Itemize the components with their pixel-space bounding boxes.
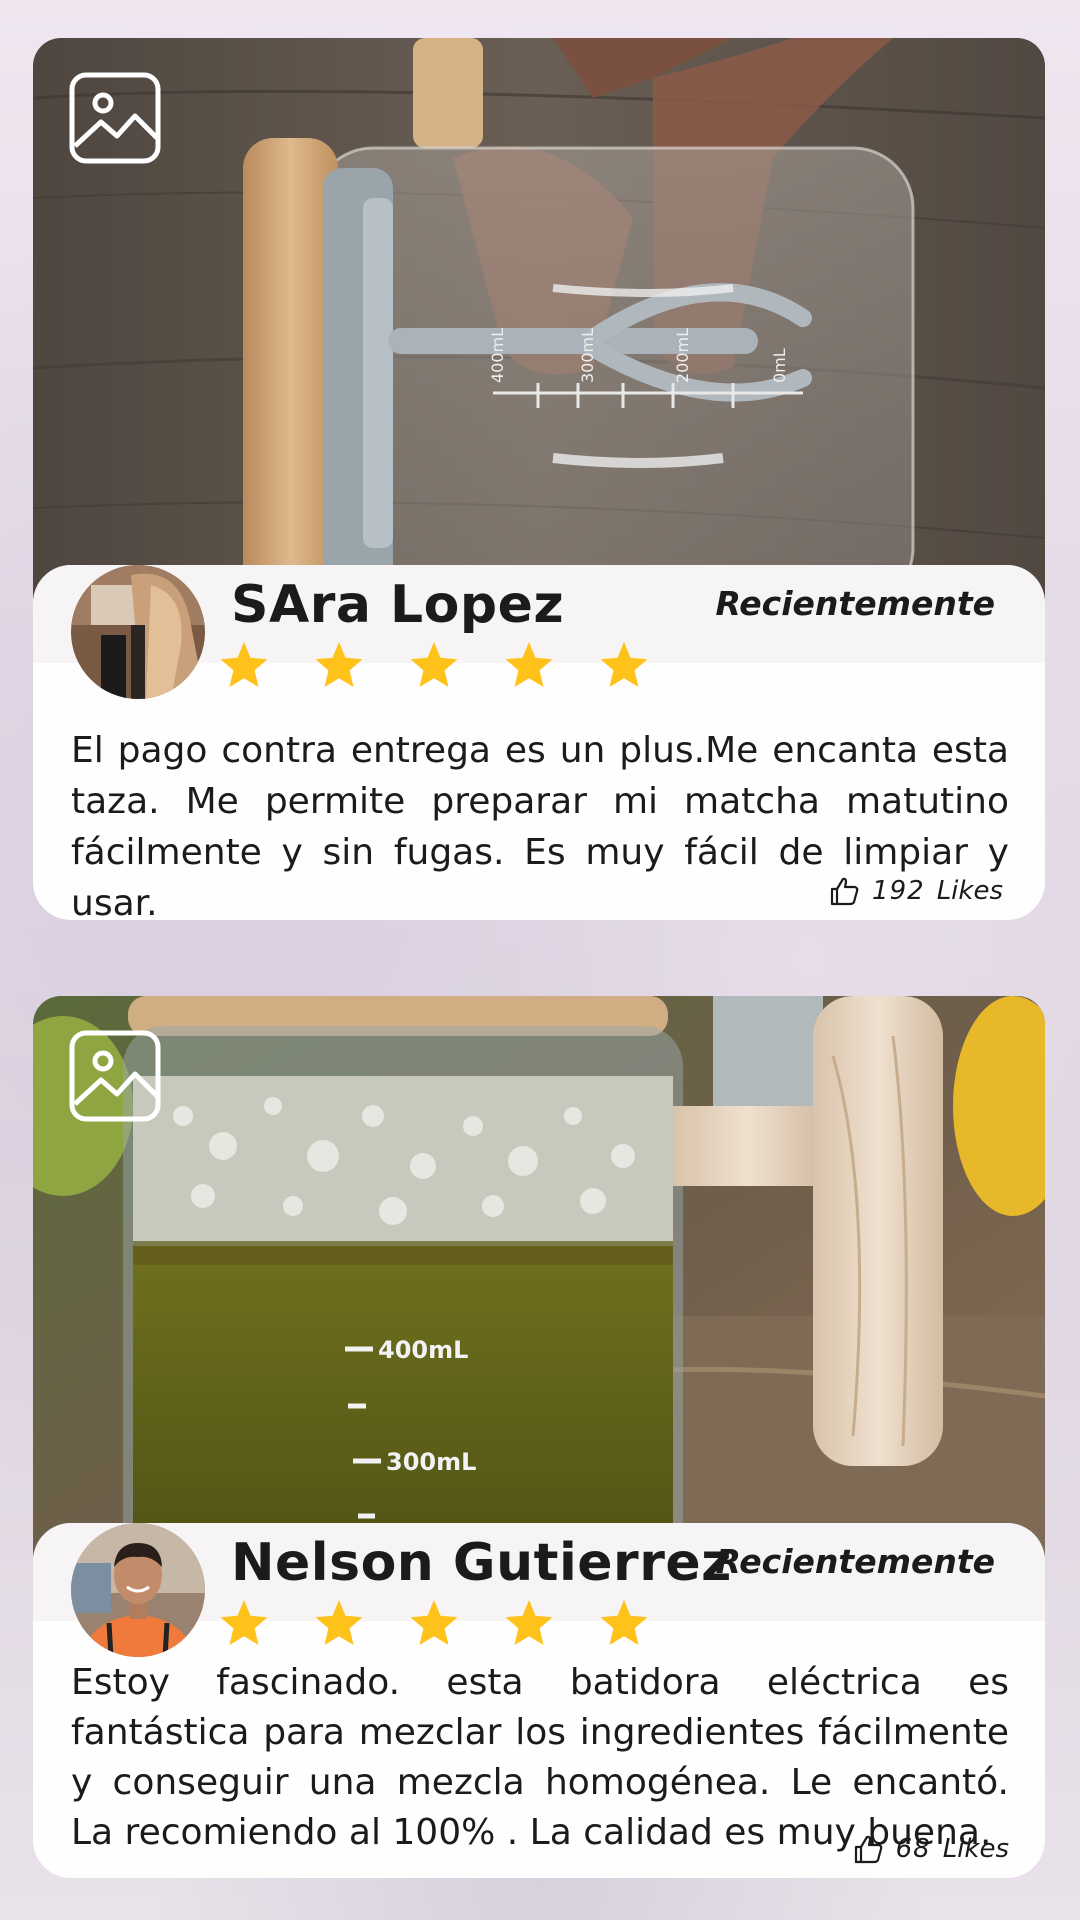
thumbs-up-icon [854,1835,882,1864]
star-icon [220,642,268,687]
photo-volume-label: 400mL [488,328,507,383]
photo-volume-label: 400mL [378,1336,468,1364]
avatar [71,1523,205,1657]
thumbs-up-icon [830,877,859,906]
likes-count: 192 [872,876,925,906]
review-card: 400mL 300mL 200mL 0mL SAra Lopez Recient… [33,38,1045,920]
star-icon [410,1600,458,1645]
review-content: SAra Lopez Recientemente El pago contra … [33,565,1045,920]
star-rating [219,1598,649,1648]
reviewer-name: SAra Lopez [231,575,565,635]
likes-label: Likes [936,876,1003,906]
image-icon [69,1030,161,1122]
star-icon [315,642,363,687]
likes-button[interactable]: 192 Likes [828,875,1003,907]
photo-volume-label: 300mL [386,1448,476,1476]
reviewer-name: Nelson Gutierrez [231,1533,732,1593]
photo-volume-label: 0mL [770,348,789,383]
photo-volume-label: 200mL [673,328,692,383]
star-icon [410,642,458,687]
review-date: Recientemente [715,1542,995,1581]
likes-button[interactable]: 68 Likes [852,1833,1009,1865]
likes-label: Likes [942,1834,1009,1864]
review-date: Recientemente [715,584,995,623]
likes-count: 68 [895,1834,931,1864]
star-icon [315,1600,363,1645]
review-text: Estoy fascinado. esta batidora eléctrica… [71,1662,1009,1853]
star-rating [219,640,649,690]
image-icon [69,72,161,164]
star-icon [505,1600,553,1645]
photo-volume-label: 300mL [578,328,597,383]
star-icon [600,1600,648,1645]
review-content: Nelson Gutierrez Recientemente Estoy fas… [33,1523,1045,1878]
avatar [71,565,205,699]
star-icon [505,642,553,687]
star-icon [600,642,648,687]
star-icon [220,1600,268,1645]
review-card: 400mL 300mL Nelson Gutierrez Recientemen… [33,996,1045,1878]
